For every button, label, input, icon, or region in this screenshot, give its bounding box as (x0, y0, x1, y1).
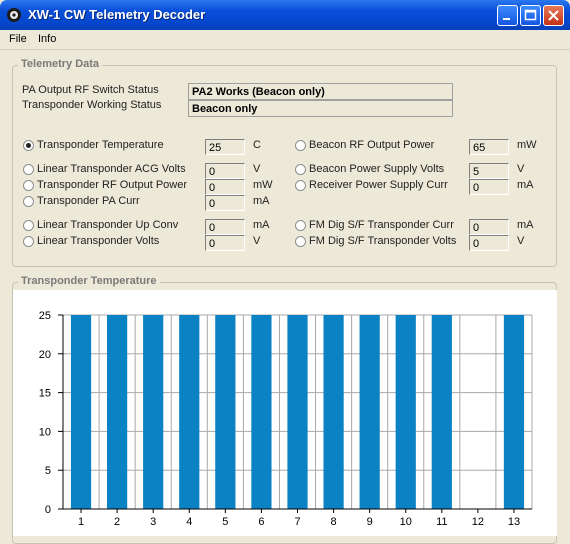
channel-label: Transponder PA Curr (37, 195, 140, 207)
channel-value: 0 (205, 163, 245, 179)
channel-value: 0 (469, 235, 509, 251)
x-tick-label: 8 (331, 516, 337, 528)
x-tick-label: 1 (78, 516, 84, 528)
channel-unit: mA (253, 195, 270, 207)
radio-transponder-temperature[interactable] (23, 140, 34, 151)
x-tick-label: 11 (436, 516, 447, 528)
title-bar[interactable]: XW-1 CW Telemetry Decoder (0, 0, 570, 30)
window-title: XW-1 CW Telemetry Decoder (28, 7, 206, 22)
bar-13 (503, 315, 525, 509)
channel-value: 25 (205, 139, 245, 155)
bar-3 (143, 315, 164, 509)
x-tick-label: 10 (400, 516, 412, 528)
radio-fm-dig-sf-transponder-curr[interactable] (295, 220, 306, 231)
channel-value: 0 (205, 235, 245, 251)
channel-label: FM Dig S/F Transponder Curr (309, 219, 454, 231)
x-tick-label: 6 (258, 516, 264, 528)
channel-value: 0 (469, 219, 509, 235)
radio-beacon-power-supply-volts[interactable] (295, 164, 306, 175)
channel-unit: V (517, 163, 525, 175)
channel-unit: V (253, 235, 261, 247)
bar-1 (70, 315, 92, 509)
maximize-button[interactable] (520, 5, 541, 26)
radio-beacon-rf-output-power[interactable] (295, 140, 306, 151)
channel-unit: C (253, 139, 261, 151)
y-tick-label: 20 (39, 349, 51, 361)
transponder-temperature-chart: 05101520251 2 3 4 5 6 7 8 9 10 11 12 13 (39, 310, 533, 528)
app-icon (7, 8, 21, 22)
bar-2 (107, 315, 128, 509)
bar-6 (251, 315, 272, 509)
channel-value: 0 (205, 179, 245, 195)
channel-unit: mA (253, 219, 270, 231)
y-tick-label: 5 (45, 465, 51, 477)
bar-10 (395, 315, 416, 509)
channel-unit: mA (517, 179, 534, 191)
bar-9 (359, 315, 380, 509)
transponder-working-status-label: Transponder Working Status (22, 99, 162, 111)
channel-unit: V (517, 235, 525, 247)
channel-unit: mA (517, 219, 534, 231)
minimize-icon (503, 18, 510, 20)
channel-label: Receiver Power Supply Curr (309, 179, 448, 191)
channel-label: Transponder Temperature (37, 139, 164, 151)
close-icon (548, 10, 559, 21)
radio-fm-dig-sf-transponder-volts[interactable] (295, 236, 306, 247)
y-tick-label: 25 (39, 310, 51, 322)
channel-label: Beacon RF Output Power (309, 139, 435, 151)
channel-value: 0 (205, 219, 245, 235)
channel-value: 65 (469, 139, 509, 155)
y-tick-label: 15 (39, 388, 51, 400)
pa-switch-status-value: PA2 Works (Beacon only) (188, 83, 453, 100)
chart-area: 0 5 10 15 20 25 1 2 3 4 5 6 7 8 9 10 11 12 13 (13, 290, 557, 536)
x-tick-label: 3 (150, 516, 156, 528)
bar-4 (179, 315, 200, 509)
x-tick-label: 2 (114, 516, 120, 528)
channel-value: 0 (469, 179, 509, 195)
radio-linear-transponder-up-conv[interactable] (23, 220, 34, 231)
transponder-working-status-value: Beacon only (188, 100, 453, 117)
bar-7 (287, 315, 308, 509)
channel-label: Linear Transponder Up Conv (37, 219, 179, 231)
channel-label: Beacon Power Supply Volts (309, 163, 445, 175)
close-button[interactable] (543, 5, 564, 26)
x-tick-label: 9 (367, 516, 373, 528)
radio-linear-transponder-volts[interactable] (23, 236, 34, 247)
x-tick-label: 4 (186, 516, 192, 528)
chart-group-legend: Transponder Temperature (18, 275, 160, 287)
menu-info[interactable]: Info (38, 33, 56, 45)
bar-5 (215, 315, 236, 509)
x-tick-label: 5 (222, 516, 228, 528)
y-tick-label: 10 (39, 426, 51, 438)
radio-transponder-pa-curr[interactable] (23, 196, 34, 207)
channel-unit: mW (517, 139, 537, 151)
menu-file[interactable]: File (9, 33, 27, 45)
bar-8 (323, 315, 344, 509)
x-tick-label: 13 (508, 516, 520, 528)
channel-label: Linear Transponder Volts (37, 235, 160, 247)
minimize-button[interactable] (497, 5, 518, 26)
channel-label: Linear Transponder ACG Volts (37, 163, 186, 175)
x-tick-label: 7 (294, 516, 300, 528)
radio-linear-transponder-acg-volts[interactable] (23, 164, 34, 175)
channel-label: Transponder RF Output Power (37, 179, 187, 191)
channel-unit: V (253, 163, 261, 175)
maximize-icon (524, 9, 537, 21)
bar-11 (431, 315, 452, 509)
channel-value: 5 (469, 163, 509, 179)
channel-value: 0 (205, 195, 245, 211)
telemetry-data-legend: Telemetry Data (18, 58, 103, 70)
pa-switch-status-label: PA Output RF Switch Status (22, 84, 159, 96)
menu-bar: File Info (0, 30, 570, 50)
channel-unit: mW (253, 179, 273, 191)
radio-transponder-rf-output-power[interactable] (23, 180, 34, 191)
radio-receiver-power-supply-curr[interactable] (295, 180, 306, 191)
x-tick-label: 12 (472, 516, 484, 528)
y-tick-label: 0 (45, 504, 51, 516)
channel-label: FM Dig S/F Transponder Volts (309, 235, 457, 247)
